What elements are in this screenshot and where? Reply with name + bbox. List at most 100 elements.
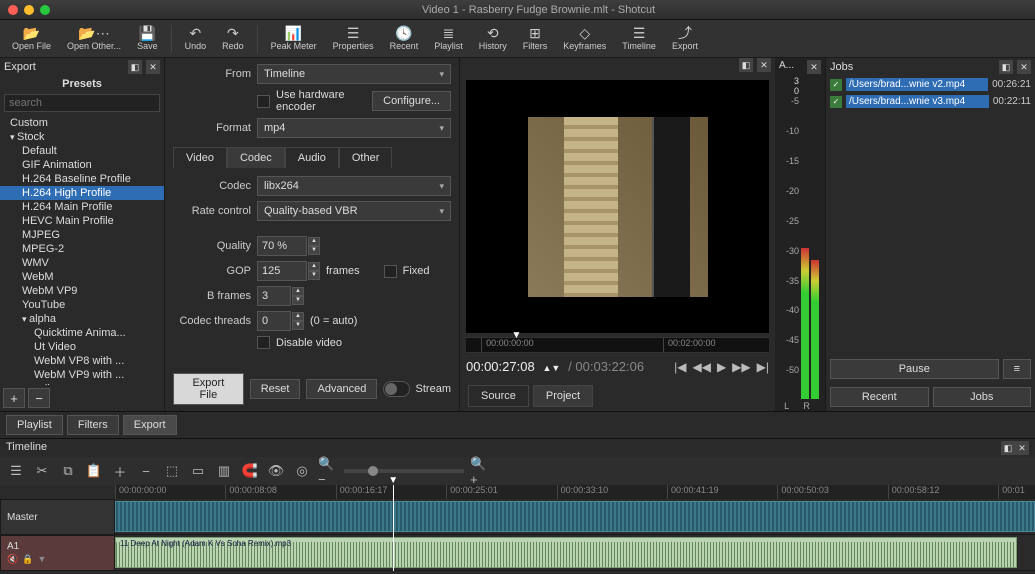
add-preset-button[interactable]: + bbox=[3, 388, 25, 408]
jobs-tab-button[interactable]: Jobs bbox=[933, 387, 1032, 407]
rate-control-select[interactable]: Quality-based VBR bbox=[257, 201, 451, 221]
threads-stepper[interactable]: ▲▼ bbox=[257, 311, 304, 331]
zoom-out-icon[interactable]: 🔍− bbox=[318, 461, 338, 481]
tab-audio[interactable]: Audio bbox=[285, 147, 339, 168]
lock-icon[interactable]: 🔒 bbox=[22, 554, 33, 565]
close-panel-icon[interactable]: ✕ bbox=[146, 60, 160, 74]
master-video-clip[interactable] bbox=[115, 501, 1035, 532]
skip-start-icon[interactable]: |◀ bbox=[674, 360, 686, 374]
project-tab[interactable]: Project bbox=[533, 385, 593, 407]
jobs-close-icon[interactable]: ✕ bbox=[1017, 60, 1031, 74]
preview-undock-icon[interactable]: ◧ bbox=[739, 58, 753, 72]
remove-icon[interactable]: − bbox=[136, 461, 156, 481]
preset-item[interactable]: alpha bbox=[0, 312, 164, 326]
pause-jobs-button[interactable]: Pause bbox=[830, 359, 999, 379]
peak-meter-button[interactable]: 📊Peak Meter bbox=[265, 24, 323, 53]
append-icon[interactable]: ＋ bbox=[110, 461, 130, 481]
timeline-button[interactable]: ☰Timeline bbox=[616, 24, 662, 53]
configure-button[interactable]: Configure... bbox=[372, 91, 451, 111]
filter-icon[interactable]: ▼ bbox=[37, 554, 46, 565]
timeline-close-icon[interactable]: ✕ bbox=[1015, 441, 1029, 455]
tab-video[interactable]: Video bbox=[173, 147, 227, 168]
preset-item[interactable]: Quicktime Anima... bbox=[0, 326, 164, 340]
recent-tab-button[interactable]: Recent bbox=[830, 387, 929, 407]
export-panel-tab[interactable]: Export bbox=[123, 415, 177, 435]
window-controls[interactable] bbox=[8, 5, 50, 15]
save-button[interactable]: 💾Save bbox=[131, 24, 164, 53]
reset-button[interactable]: Reset bbox=[250, 379, 301, 399]
minimize-icon[interactable] bbox=[24, 5, 34, 15]
keyframes-button[interactable]: ◇Keyframes bbox=[557, 24, 612, 53]
meter-close-icon[interactable]: ✕ bbox=[807, 60, 821, 74]
snap-icon[interactable]: 🧲 bbox=[240, 461, 260, 481]
filters-panel-tab[interactable]: Filters bbox=[67, 415, 119, 435]
preset-item[interactable]: GIF Animation bbox=[0, 158, 164, 172]
undo-button[interactable]: ↶Undo bbox=[179, 24, 213, 53]
redo-button[interactable]: ↷Redo bbox=[216, 24, 250, 53]
audio-clip[interactable]: 11 Deep At Night (Adam K Vs Soha Remix).… bbox=[115, 537, 1017, 568]
close-icon[interactable] bbox=[8, 5, 18, 15]
open-file-button[interactable]: 📂Open File bbox=[6, 24, 57, 53]
preset-item[interactable]: Default bbox=[0, 144, 164, 158]
timecode-spin-icon[interactable]: ▲▼ bbox=[543, 363, 561, 373]
scrub-icon[interactable]: 👁 bbox=[266, 461, 286, 481]
stream-toggle[interactable] bbox=[383, 381, 409, 397]
advanced-button[interactable]: Advanced bbox=[306, 379, 377, 399]
jobs-undock-icon[interactable]: ◧ bbox=[999, 60, 1013, 74]
preset-item[interactable]: Stock bbox=[0, 130, 164, 144]
preview-display[interactable] bbox=[466, 80, 769, 333]
recent-button[interactable]: 🕓Recent bbox=[384, 24, 425, 53]
hw-encoder-checkbox[interactable] bbox=[257, 95, 270, 108]
ripple-icon[interactable]: ◎ bbox=[292, 461, 312, 481]
preset-item[interactable]: MJPEG bbox=[0, 228, 164, 242]
bframes-stepper[interactable]: ▲▼ bbox=[257, 286, 304, 306]
properties-button[interactable]: ☰Properties bbox=[327, 24, 380, 53]
preset-item[interactable]: Custom bbox=[0, 116, 164, 130]
overwrite-icon[interactable]: ▭ bbox=[188, 461, 208, 481]
tab-other[interactable]: Other bbox=[339, 147, 393, 168]
source-tab[interactable]: Source bbox=[468, 385, 529, 407]
master-track-header[interactable]: Master bbox=[0, 499, 115, 535]
export-button[interactable]: ⤴Export bbox=[666, 24, 704, 53]
jobs-menu-button[interactable]: ≡ bbox=[1003, 359, 1031, 379]
lift-icon[interactable]: ⬚ bbox=[162, 461, 182, 481]
undock-icon[interactable]: ◧ bbox=[128, 60, 142, 74]
preset-item[interactable]: HEVC Main Profile bbox=[0, 214, 164, 228]
preview-close-icon[interactable]: ✕ bbox=[757, 58, 771, 72]
history-button[interactable]: ⟲History bbox=[473, 24, 513, 53]
paste-icon[interactable]: 📋 bbox=[84, 461, 104, 481]
timeline-undock-icon[interactable]: ◧ bbox=[1001, 441, 1015, 455]
playlist-button[interactable]: ≣Playlist bbox=[428, 24, 469, 53]
preset-item[interactable]: H.264 Main Profile bbox=[0, 200, 164, 214]
preset-item[interactable]: MPEG-2 bbox=[0, 242, 164, 256]
zoom-in-icon[interactable]: 🔍+ bbox=[470, 461, 490, 481]
preset-item[interactable]: H.264 High Profile bbox=[0, 186, 164, 200]
preset-item[interactable]: H.264 Baseline Profile bbox=[0, 172, 164, 186]
preset-item[interactable]: WebM VP9 with ... bbox=[0, 368, 164, 382]
preset-search-input[interactable] bbox=[4, 94, 160, 112]
preset-item[interactable]: Ut Video bbox=[0, 340, 164, 354]
timeline-ruler[interactable]: 00:00:00:0000:00:08:0800:00:16:1700:00:2… bbox=[115, 485, 1035, 499]
gop-stepper[interactable]: ▲▼ bbox=[257, 261, 320, 281]
zoom-icon[interactable] bbox=[40, 5, 50, 15]
menu-icon[interactable]: ☰ bbox=[6, 461, 26, 481]
a1-track-header[interactable]: A1 🔇🔒▼ bbox=[0, 535, 115, 571]
split-icon[interactable]: ▥ bbox=[214, 461, 234, 481]
codec-select[interactable]: libx264 bbox=[257, 176, 451, 196]
skip-end-icon[interactable]: ▶| bbox=[757, 360, 769, 374]
fixed-checkbox[interactable] bbox=[384, 265, 397, 278]
fast-forward-icon[interactable]: ▶▶ bbox=[732, 360, 750, 374]
remove-preset-button[interactable]: − bbox=[28, 388, 50, 408]
open-other--button[interactable]: 📂⋯Open Other... bbox=[61, 24, 127, 53]
export-file-button[interactable]: Export File bbox=[173, 373, 244, 405]
filters-button[interactable]: ⊞Filters bbox=[517, 24, 554, 53]
mute-icon[interactable]: 🔇 bbox=[7, 554, 18, 565]
preset-item[interactable]: YouTube bbox=[0, 298, 164, 312]
timeline-playhead[interactable] bbox=[393, 485, 394, 571]
preset-item[interactable]: WebM VP9 bbox=[0, 284, 164, 298]
playlist-panel-tab[interactable]: Playlist bbox=[6, 415, 63, 435]
rewind-icon[interactable]: ◀◀ bbox=[692, 360, 710, 374]
preset-item[interactable]: WebM VP8 with ... bbox=[0, 354, 164, 368]
zoom-slider[interactable] bbox=[344, 469, 464, 473]
disable-video-checkbox[interactable] bbox=[257, 336, 270, 349]
